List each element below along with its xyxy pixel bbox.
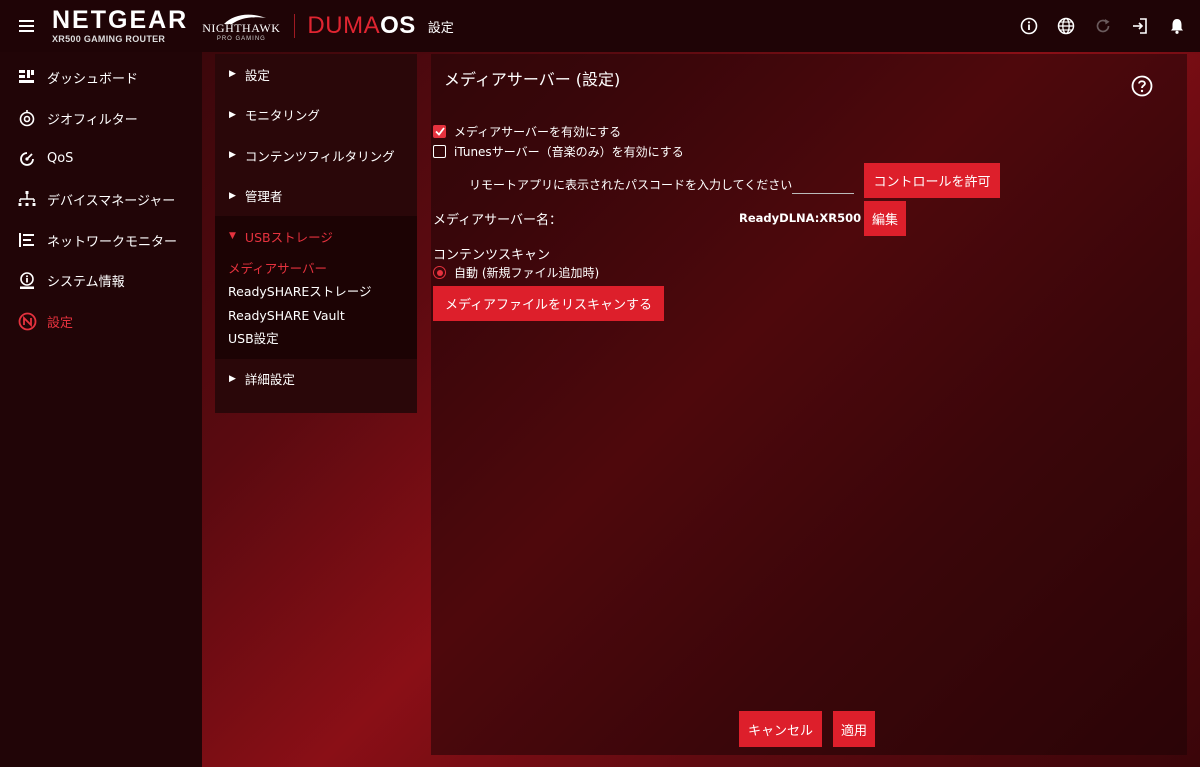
- device-manager-icon: [17, 189, 37, 209]
- cancel-button[interactable]: キャンセル: [739, 711, 822, 747]
- sidebar-item-device-manager[interactable]: デバイスマネージャー: [0, 179, 202, 220]
- subnav-child-readyshare-storage[interactable]: ReadySHARE​ストレージ: [215, 280, 417, 304]
- expand-arrow-icon: ▶: [229, 69, 236, 80]
- expand-arrow-icon: ▶: [229, 190, 236, 201]
- sidebar-item-label: システム情報: [47, 275, 125, 291]
- apply-button[interactable]: 適用: [833, 711, 875, 747]
- settings-subnav: ▶ 設定 ▶ モニタリング ▶ コンテンツフィルタリング ▶ 管理者 ▼ USB…: [215, 54, 417, 413]
- subnav-item-label: コンテンツフィルタリング: [244, 148, 395, 164]
- sidebar-item-geofilter[interactable]: ジオフィルター: [0, 98, 202, 139]
- refresh-icon[interactable]: [1092, 15, 1114, 37]
- help-icon[interactable]: [1131, 75, 1153, 97]
- nighthawk-logo: NIGHTHAWK PRO GAMING: [202, 10, 280, 42]
- subnav-group-usb-storage: ▼ USBストレージ メディアサーバー ReadySHARE​ストレージ Rea…: [215, 216, 417, 359]
- sidebar-item-label: ネットワークモニター: [47, 234, 178, 250]
- brand-model: XR500 GAMING ROUTER: [52, 34, 166, 44]
- subnav-child-usb-settings[interactable]: USB設定: [215, 327, 417, 351]
- subnav-item-label: 管理者: [244, 189, 283, 205]
- allow-control-button[interactable]: コントロールを許可: [864, 163, 1000, 198]
- subnav-item-settings[interactable]: ▶ 設定: [215, 54, 417, 95]
- passcode-input[interactable]: [792, 174, 854, 194]
- sidebar-item-network-monitor[interactable]: ネットワークモニター: [0, 220, 202, 261]
- nighthawk-sub: PRO GAMING: [216, 36, 266, 42]
- server-name-value: ReadyDLNA:XR500: [739, 211, 862, 225]
- enable-media-server-row: メディアサーバーを有効にする: [433, 123, 621, 140]
- enable-itunes-checkbox[interactable]: [433, 145, 446, 158]
- enable-itunes-label: iTunesサーバー（音楽のみ）を有効にする: [454, 145, 684, 159]
- media-server-panel: メディアサーバー (設定) メディアサーバーを有効にする iTunesサーバー（…: [431, 54, 1187, 755]
- sidebar-item-system-info[interactable]: システム情報: [0, 260, 202, 301]
- subnav-item-content-filtering[interactable]: ▶ コンテンツフィルタリング: [215, 135, 417, 176]
- enable-media-server-checkbox[interactable]: [433, 125, 446, 138]
- auto-scan-label: 自動 (新規ファイル追加時): [454, 266, 600, 280]
- logout-icon[interactable]: [1129, 15, 1151, 37]
- header-divider: [294, 14, 296, 38]
- enable-media-server-label: メディアサーバーを有効にする: [454, 125, 622, 139]
- duma-os-suffix: OS: [380, 12, 416, 39]
- subnav-item-label: 設定: [244, 67, 270, 83]
- geofilter-icon: [17, 108, 37, 128]
- qos-icon: [17, 149, 37, 169]
- settings-icon: [17, 311, 37, 331]
- page-title: 設定: [427, 20, 454, 36]
- duma-os-logo: DUMAOS: [307, 12, 415, 40]
- subnav-item-label: モニタリング: [244, 108, 320, 124]
- collapse-arrow-icon: ▼: [229, 231, 236, 242]
- sidebar-item-label: 設定: [47, 315, 74, 331]
- rescan-media-button[interactable]: メディアファイルをリスキャンする: [433, 286, 664, 321]
- system-info-icon: [17, 271, 37, 291]
- brand-logo: NETGEAR XR500 GAMING ROUTER: [52, 8, 188, 44]
- edit-server-name-button[interactable]: 編集: [864, 201, 906, 236]
- info-icon[interactable]: [1018, 15, 1040, 37]
- subnav-item-advanced[interactable]: ▶ 詳細設定: [215, 359, 417, 400]
- sidebar-item-label: ダッシュボード: [47, 71, 139, 87]
- passcode-prompt: リモートアプリに表示されたパスコードを入力してください: [469, 178, 793, 192]
- sidebar-item-label: QoS: [47, 151, 74, 167]
- sidebar-item-label: ジオフィルター: [47, 112, 138, 128]
- top-bar: NETGEAR XR500 GAMING ROUTER NIGHTHAWK PR…: [0, 0, 1200, 52]
- content-scan-label: コンテンツスキャン: [433, 248, 551, 263]
- subnav-child-readyshare-vault[interactable]: ReadySHARE Vault: [215, 304, 417, 328]
- server-name-label: メディアサーバー名：: [433, 213, 562, 228]
- header-icons: [1018, 0, 1188, 52]
- dashboard-icon: [17, 67, 37, 87]
- subnav-item-label: 詳細設定: [244, 372, 295, 388]
- bell-icon[interactable]: [1166, 15, 1188, 37]
- subnav-child-media-server[interactable]: メディアサーバー: [215, 257, 417, 281]
- subnav-item-monitoring[interactable]: ▶ モニタリング: [215, 95, 417, 136]
- duma-os-prefix: DUMA: [307, 12, 381, 39]
- hawk-icon: [224, 14, 267, 24]
- subnav-item-admin[interactable]: ▶ 管理者: [215, 176, 417, 217]
- auto-scan-radio[interactable]: [433, 266, 446, 279]
- expand-arrow-icon: ▶: [229, 109, 236, 120]
- brand-name: NETGEAR: [52, 6, 189, 34]
- expand-arrow-icon: ▶: [229, 150, 236, 161]
- subnav-item-label: USBストレージ: [244, 229, 333, 245]
- subnav-item-usb-storage[interactable]: ▼ USBストレージ: [215, 216, 417, 257]
- auto-scan-row: 自動 (新規ファイル追加時): [433, 264, 599, 281]
- panel-title: メディアサーバー (設定): [444, 70, 621, 89]
- network-monitor-icon: [17, 230, 37, 250]
- sidebar-item-qos[interactable]: QoS: [0, 138, 202, 179]
- globe-icon[interactable]: [1055, 15, 1077, 37]
- expand-arrow-icon: ▶: [229, 373, 236, 384]
- sidebar-item-settings[interactable]: 設定: [0, 301, 202, 342]
- checkmark-icon: [434, 127, 445, 136]
- enable-itunes-row: iTunesサーバー（音楽のみ）を有効にする: [433, 143, 684, 160]
- menu-icon[interactable]: [0, 0, 52, 52]
- main-sidebar: ダッシュボード ジオフィルター QoS デバイスマネージャー ネットワークモニタ…: [0, 52, 202, 767]
- sidebar-item-dashboard[interactable]: ダッシュボード: [0, 57, 202, 98]
- sidebar-item-label: デバイスマネージャー: [47, 193, 176, 209]
